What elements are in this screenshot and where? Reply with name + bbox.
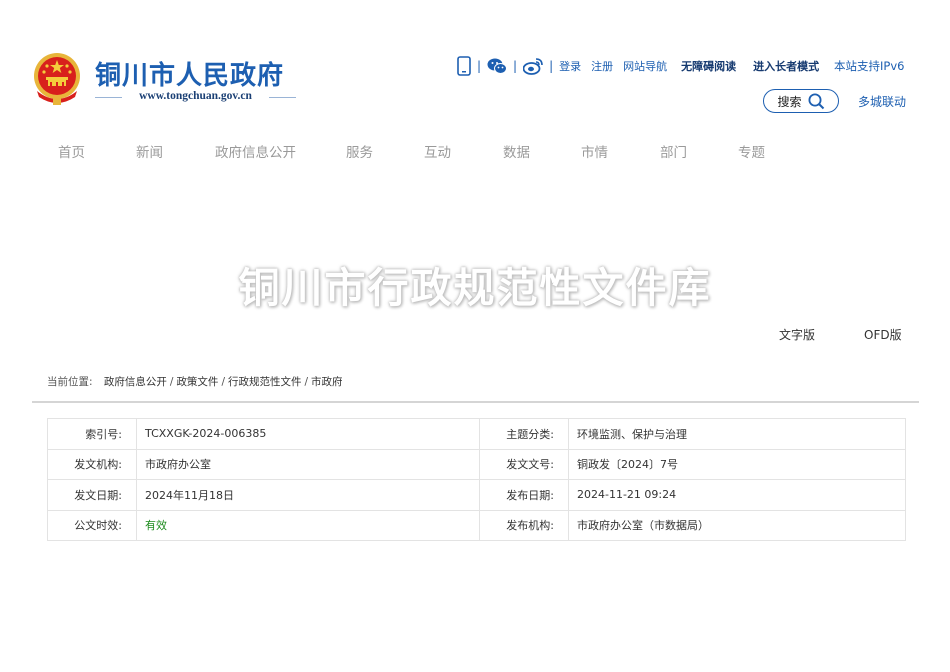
breadcrumb-label: 当前位置:: [47, 376, 93, 388]
nav-item-data[interactable]: 数据: [503, 141, 530, 161]
issue-date-label: 发文日期:: [47, 479, 137, 511]
table-row: 发文机构: 市政府办公室 发文文号: 铜政发〔2024〕7号: [47, 448, 906, 480]
search-icon: [808, 93, 824, 109]
ofd-version-link[interactable]: OFD版: [864, 326, 902, 343]
separator: |: [513, 59, 518, 73]
breadcrumb-item[interactable]: 政策文件: [176, 376, 218, 388]
nav-item-topics[interactable]: 专题: [738, 141, 765, 161]
publish-date-label: 发布日期:: [479, 479, 569, 511]
site-title[interactable]: 铜川市人民政府: [95, 55, 284, 92]
banner-title: 铜川市行政规范性文件库: [238, 264, 712, 312]
breadcrumb-separator: /: [169, 376, 174, 388]
divider: [269, 97, 296, 98]
separator: |: [477, 59, 482, 73]
page: 铜川市人民政府 www.tongchuan.gov.cn | | | 登录 注册…: [0, 0, 950, 672]
search-label: 搜索: [777, 94, 802, 109]
national-emblem-icon[interactable]: [31, 51, 83, 107]
breadcrumb-item[interactable]: 市政府: [311, 376, 343, 388]
document-number-value: 铜政发〔2024〕7号: [568, 448, 906, 480]
publishing-agency-label: 发布机构:: [479, 509, 569, 541]
site-url-row: www.tongchuan.gov.cn: [95, 90, 296, 104]
mobile-icon[interactable]: [457, 56, 471, 76]
document-number-label: 发文文号:: [479, 448, 569, 480]
text-version-link[interactable]: 文字版: [779, 326, 815, 343]
divider: [95, 97, 122, 98]
topic-category-label: 主题分类:: [479, 418, 569, 450]
accessible-reading-link[interactable]: 无障碍阅读: [681, 58, 736, 74]
weibo-icon[interactable]: [523, 56, 543, 76]
multi-city-link[interactable]: 多城联动: [858, 93, 906, 110]
nav-item-service[interactable]: 服务: [346, 141, 373, 161]
breadcrumb: 当前位置: 政府信息公开 / 政策文件 / 行政规范性文件 / 市政府: [47, 374, 343, 389]
site-nav-link[interactable]: 网站导航: [623, 58, 667, 74]
nav-item-interaction[interactable]: 互动: [424, 141, 451, 161]
publish-date-value: 2024-11-21 09:24: [568, 479, 906, 511]
table-row: 公文时效: 有效 发布机构: 市政府办公室（市数据局）: [47, 509, 906, 541]
wechat-icon[interactable]: [487, 56, 508, 76]
breadcrumb-separator: /: [304, 376, 309, 388]
table-row: 发文日期: 2024年11月18日 发布日期: 2024-11-21 09:24: [47, 479, 906, 511]
ipv6-support-text: 本站支持IPv6: [834, 59, 905, 73]
nav-item-departments[interactable]: 部门: [660, 141, 687, 161]
validity-value: 有效: [136, 509, 480, 541]
login-link[interactable]: 登录: [559, 58, 581, 74]
issue-date-value: 2024年11月18日: [136, 479, 480, 511]
nav-item-gov-info[interactable]: 政府信息公开: [215, 141, 296, 161]
breadcrumb-separator: /: [221, 376, 225, 388]
index-number-label: 索引号:: [47, 418, 137, 450]
nav-item-city-info[interactable]: 市情: [581, 141, 608, 161]
publishing-agency-value: 市政府办公室（市数据局）: [568, 509, 906, 541]
breadcrumb-item[interactable]: 行政规范性文件: [228, 376, 302, 388]
top-links: | | | 登录 注册 网站导航 无障碍阅读 进入长者模式: [457, 56, 836, 76]
issuing-agency-value: 市政府办公室: [136, 448, 480, 480]
elder-mode-link[interactable]: 进入长者模式: [753, 58, 819, 74]
table-row: 索引号: TCXXGK-2024-006385 主题分类: 环境监测、保护与治理: [47, 418, 906, 450]
issuing-agency-label: 发文机构:: [47, 448, 137, 480]
register-link[interactable]: 注册: [591, 58, 613, 74]
nav-item-news[interactable]: 新闻: [136, 141, 163, 161]
divider: [32, 401, 919, 403]
validity-label: 公文时效:: [47, 509, 137, 541]
index-number-value: TCXXGK-2024-006385: [136, 418, 480, 450]
main-nav: 首页 新闻 政府信息公开 服务 互动 数据 市情 部门 专题: [0, 141, 950, 161]
breadcrumb-item[interactable]: 政府信息公开: [104, 376, 167, 388]
search-button[interactable]: 搜索: [763, 89, 839, 113]
nav-item-home[interactable]: 首页: [58, 141, 85, 161]
document-info-table: 索引号: TCXXGK-2024-006385 主题分类: 环境监测、保护与治理…: [47, 418, 906, 541]
topic-category-value: 环境监测、保护与治理: [568, 418, 906, 450]
separator: |: [549, 59, 554, 73]
site-url: www.tongchuan.gov.cn: [139, 90, 252, 102]
